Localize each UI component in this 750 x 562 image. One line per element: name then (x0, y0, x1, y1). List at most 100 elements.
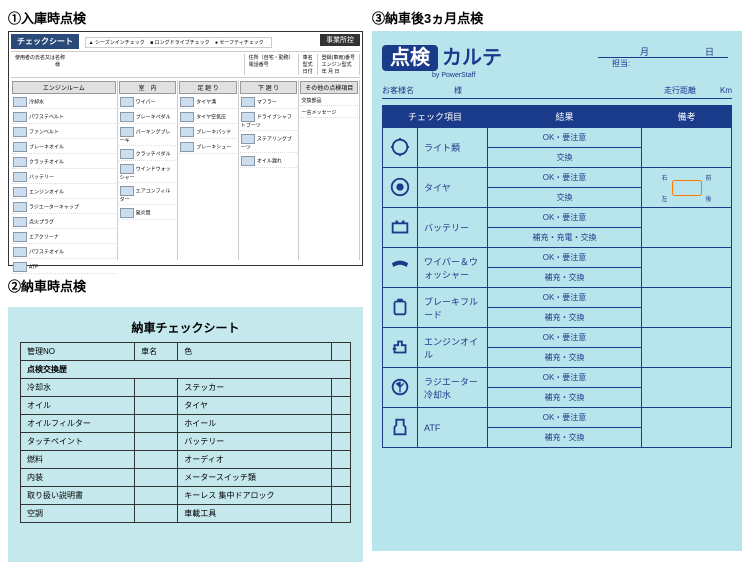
result-action: 交換 (488, 148, 642, 168)
s1-item: マフラー (240, 96, 298, 109)
col-other: その他の点検項目交換部品一言メッセージ (299, 80, 360, 260)
result-action: 補充・交換 (488, 268, 642, 288)
note-cell (642, 408, 732, 448)
k-meta-name: お客様名 (382, 86, 414, 95)
cell: メータースイッチ類 (178, 469, 331, 487)
karte-row: エンジンオイルOK・要注意 (383, 328, 732, 348)
part-icon (241, 112, 255, 122)
result-action: 補充・交換 (488, 308, 642, 328)
karte-date: 月日担当: (598, 45, 728, 69)
meta-y: 年 (322, 69, 327, 75)
s1-item: クラッチペダル (119, 148, 177, 161)
item-name: ブレーキフルード (418, 288, 488, 328)
karte-row: タイヤOK・要注意右前左後 (383, 168, 732, 188)
result-action: 補充・交換 (488, 428, 642, 448)
item-icon (383, 168, 418, 208)
col-interior: 室 内ワイパーブレーキペダルパーキングブレーキクラッチペダルウインドウォッシャー… (118, 80, 179, 260)
part-icon (13, 142, 27, 152)
note-cell (642, 248, 732, 288)
item-icon (383, 408, 418, 448)
karte-tanto: 担当: (598, 59, 644, 68)
cell: 空調 (21, 505, 135, 523)
karte-row: ワイパー＆ウォッシャーOK・要注意 (383, 248, 732, 268)
item-icon (383, 368, 418, 408)
item-name: ラジエーター冷却水 (418, 368, 488, 408)
meta-name-label: 使用者の氏名又は名称 (15, 55, 65, 61)
cell: 内装 (21, 469, 135, 487)
check-sheet-1: チェックシート ▲ シーズンインチェック ■ ロングドライブチェック ● セーフ… (8, 31, 363, 266)
table-row: 燃料オーディオ (21, 451, 351, 469)
meta-date: 日付 (303, 69, 313, 75)
table-row: タッチペイントバッテリー (21, 433, 351, 451)
cell: オイルフィルター (21, 415, 135, 433)
s1-item: タイヤ溝 (179, 96, 237, 109)
cell (135, 487, 178, 505)
meta-addr: 住所（自宅・勤務） (249, 55, 294, 61)
part-icon (13, 172, 27, 182)
table-row: オイルフィルターホイール (21, 415, 351, 433)
note-cell (642, 288, 732, 328)
karte-row: バッテリーOK・要注意 (383, 208, 732, 228)
result-action: 補充・交換 (488, 388, 642, 408)
table-row: 内装 メータースイッチ類 (21, 469, 351, 487)
s1-item: ウインドウォッシャー (119, 163, 177, 183)
result-ok: OK・要注意 (488, 288, 642, 308)
col-foot: 足 廻 りタイヤ溝タイヤ空気圧ブレーキパッドブレーキシュー (178, 80, 239, 260)
cell (331, 505, 350, 523)
result-ok: OK・要注意 (488, 208, 642, 228)
cell (135, 397, 178, 415)
part-icon (13, 262, 27, 272)
s1-item: クラッチオイル (12, 156, 116, 169)
item-name: ライト類 (418, 128, 488, 168)
karte-row: ブレーキフルードOK・要注意 (383, 288, 732, 308)
heading-1: ①入庫時点検 (8, 8, 363, 27)
cell: キーレス 集中ドアロック (178, 487, 331, 505)
s1-item: パワステオイル (12, 246, 116, 259)
sheet2-title: 納車チェックシート (20, 319, 351, 336)
cell: 冷却水 (21, 379, 135, 397)
s1-item: ブレーキシュー (179, 141, 237, 154)
sheet2-table: 管理NO車名色 点検交換歴 冷却水ステッカーオイルタイヤオイルフィルターホイール… (20, 342, 351, 523)
cell (135, 469, 178, 487)
karte-by: by PowerStaff (432, 72, 732, 79)
other-parts: 交換部品 (300, 96, 358, 106)
result-action: 補充・交換 (488, 348, 642, 368)
note-cell (642, 208, 732, 248)
col-other-h: その他の点検項目 (300, 81, 358, 94)
legend-season: ▲ シーズンインチェック (89, 40, 145, 46)
part-icon (13, 127, 27, 137)
col-foot-h: 足 廻 り (179, 81, 237, 94)
meta-carno: 登録(車両)番号 (322, 55, 355, 61)
result-action: 補充・充電・交換 (488, 228, 642, 248)
part-icon (180, 97, 194, 107)
meta-type: 型式 (303, 62, 313, 68)
part-icon (13, 157, 27, 167)
result-ok: OK・要注意 (488, 248, 642, 268)
k-meta-sama: 様 (454, 86, 462, 95)
s2-color: 色 (178, 343, 331, 361)
sheet1-badge: 事業所控 (320, 34, 360, 46)
sheet1-meta: 使用者の氏名又は名称様 住所（自宅・勤務）電話番号 車名型式日付 登録(車両)番… (11, 51, 360, 78)
note-cell (642, 328, 732, 368)
meta-engine: エンジン型式 (322, 62, 352, 68)
item-icon (383, 288, 418, 328)
cell: 車載工具 (178, 505, 331, 523)
cell (331, 415, 350, 433)
result-ok: OK・要注意 (488, 128, 642, 148)
col-under: 下 廻 りマフラードライブシャフトブーツステアリングブーツオイル漏れ (239, 80, 300, 260)
s1-item: ドライブシャフトブーツ (240, 111, 298, 131)
s1-item: ワイパー (119, 96, 177, 109)
cell (135, 505, 178, 523)
part-icon (120, 149, 134, 159)
cell (331, 451, 350, 469)
note-cell (642, 128, 732, 168)
date-m: 月 (626, 47, 663, 58)
cell: タイヤ (178, 397, 331, 415)
item-icon (383, 208, 418, 248)
cell (331, 433, 350, 451)
karte-row: ライト類OK・要注意 (383, 128, 732, 148)
cell: オイル (21, 397, 135, 415)
item-name: ATF (418, 408, 488, 448)
kth-result: 結果 (488, 106, 642, 128)
part-icon (120, 208, 134, 218)
